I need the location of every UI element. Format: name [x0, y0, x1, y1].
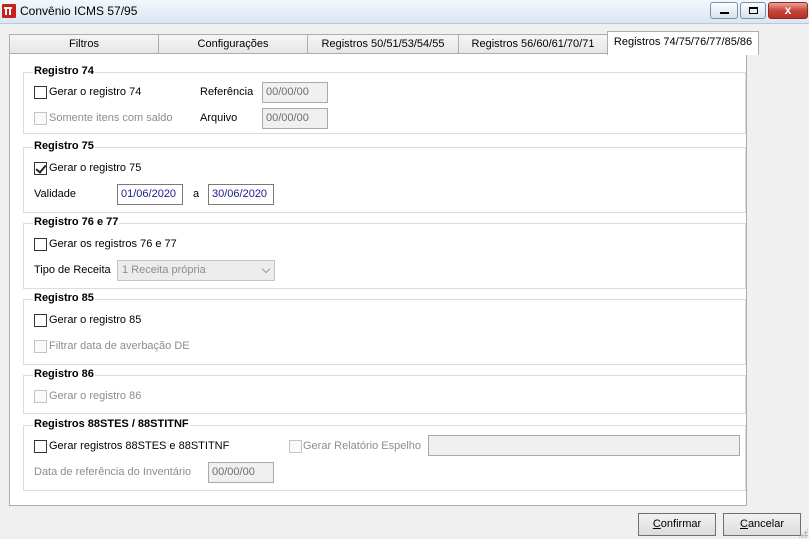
data-inventario-field[interactable]: 00/00/00	[208, 462, 274, 483]
somente-itens-saldo-checkbox[interactable]	[34, 112, 47, 125]
group-title-registro-74: Registro 74	[33, 65, 95, 77]
tab-content-panel: Registro 74 Gerar o registro 74 Referênc…	[9, 53, 747, 506]
validade-separator: a	[193, 188, 200, 200]
group-registro-85: Registro 85 Gerar o registro 85 Filtrar …	[23, 292, 746, 365]
tab-registros-50-55[interactable]: Registros 50/51/53/54/55	[307, 34, 459, 54]
group-title-registro-76-77: Registro 76 e 77	[33, 216, 120, 228]
group-registro-76-77: Registro 76 e 77 Gerar os registros 76 e…	[23, 216, 746, 289]
filtrar-averbacao-label: Filtrar data de averbação DE	[49, 340, 190, 352]
relatorio-espelho-field[interactable]	[428, 435, 740, 456]
tipo-receita-label: Tipo de Receita	[34, 264, 111, 276]
tab-configuracoes[interactable]: Configurações	[158, 34, 308, 54]
gerar-registro-75-label: Gerar o registro 75	[49, 162, 142, 174]
confirmar-label: onfirmar	[660, 518, 702, 530]
confirmar-mnemonic: C	[652, 518, 661, 530]
gerar-registros-88-checkbox[interactable]	[34, 440, 47, 453]
chevron-down-icon	[261, 264, 271, 274]
referencia-field[interactable]: 00/00/00	[262, 82, 328, 103]
arquivo-label: Arquivo	[200, 112, 238, 124]
close-button[interactable]: x	[768, 2, 808, 19]
gerar-registro-74-checkbox[interactable]	[34, 86, 47, 99]
group-registro-86: Registro 86 Gerar o registro 86	[23, 368, 746, 414]
tipo-receita-select[interactable]: 1 Receita própria	[117, 260, 275, 281]
group-title-registro-75: Registro 75	[33, 140, 95, 152]
cancelar-mnemonic: C	[739, 518, 748, 530]
gerar-registro-85-checkbox[interactable]	[34, 314, 47, 327]
cancelar-button[interactable]: Cancelar	[723, 513, 801, 536]
validade-to-field[interactable]: 30/06/2020	[208, 184, 274, 205]
validade-from-field[interactable]: 01/06/2020	[117, 184, 183, 205]
gerar-registro-75-checkbox[interactable]	[34, 162, 47, 175]
gerar-registro-76-77-label: Gerar os registros 76 e 77	[49, 238, 177, 250]
minimize-button[interactable]	[710, 2, 738, 19]
tab-registros-56-71[interactable]: Registros 56/60/61/70/71	[458, 34, 608, 54]
somente-itens-saldo-label: Somente itens com saldo	[49, 112, 173, 124]
app-logo-icon	[2, 4, 16, 18]
arquivo-field[interactable]: 00/00/00	[262, 108, 328, 129]
title-bar: Convênio ICMS 57/95 x	[0, 0, 809, 24]
maximize-button[interactable]	[740, 2, 766, 19]
validade-label: Validade	[34, 188, 76, 200]
tab-filtros[interactable]: Filtros	[9, 34, 159, 54]
close-icon: x	[784, 3, 792, 17]
maximize-icon	[749, 7, 758, 14]
confirmar-button[interactable]: Confirmar	[638, 513, 716, 536]
gerar-registro-76-77-checkbox[interactable]	[34, 238, 47, 251]
group-title-registros-88: Registros 88STES / 88STITNF	[33, 418, 190, 430]
cancelar-label: ancelar	[747, 518, 785, 530]
gerar-registros-88-label: Gerar registros 88STES e 88STITNF	[49, 440, 230, 452]
group-registro-74: Registro 74 Gerar o registro 74 Referênc…	[23, 65, 746, 134]
gerar-registro-86-checkbox[interactable]	[34, 390, 47, 403]
data-inventario-label: Data de referência do Inventário	[34, 466, 192, 478]
group-registros-88: Registros 88STES / 88STITNF Gerar regist…	[23, 418, 746, 491]
gerar-registro-85-label: Gerar o registro 85	[49, 314, 142, 326]
referencia-label: Referência	[200, 86, 254, 98]
group-title-registro-85: Registro 85	[33, 292, 95, 304]
gerar-registro-74-label: Gerar o registro 74	[49, 86, 142, 98]
tab-registros-74-86[interactable]: Registros 74/75/76/77/85/86	[607, 31, 759, 55]
relatorio-espelho-checkbox[interactable]	[289, 440, 302, 453]
relatorio-espelho-label: Gerar Relatório Espelho	[303, 440, 422, 452]
filtrar-averbacao-checkbox[interactable]	[34, 340, 47, 353]
group-title-registro-86: Registro 86	[33, 368, 95, 380]
minimize-icon	[720, 12, 729, 14]
window-title: Convênio ICMS 57/95	[20, 4, 138, 18]
tipo-receita-value: 1 Receita própria	[122, 264, 206, 276]
gerar-registro-86-label: Gerar o registro 86	[49, 390, 142, 402]
group-registro-75: Registro 75 Gerar o registro 75 Validade…	[23, 140, 746, 213]
